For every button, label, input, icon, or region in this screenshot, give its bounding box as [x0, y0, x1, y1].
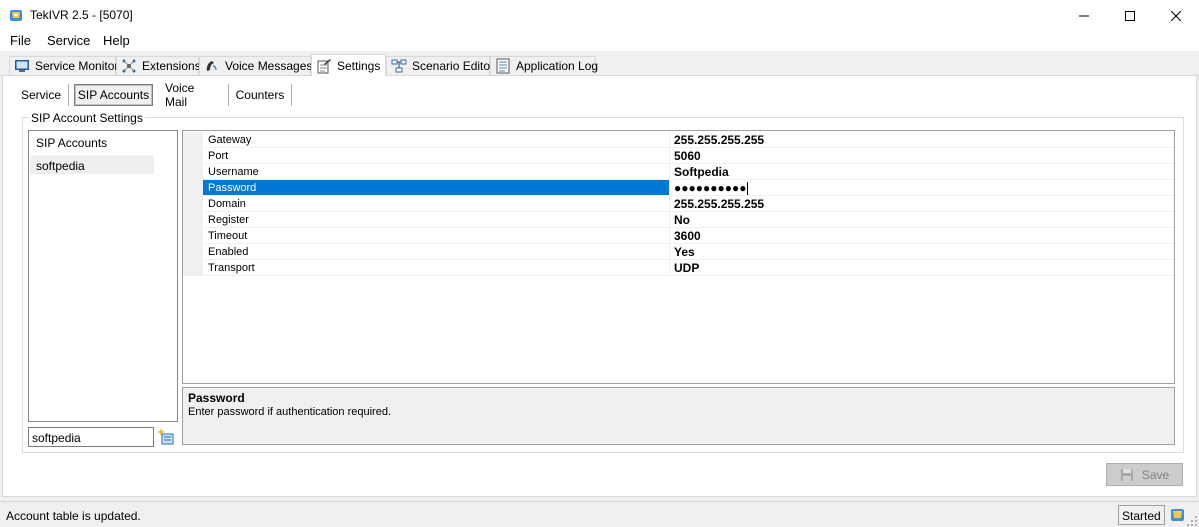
property-row-domain[interactable]: Domain 255.255.255.255	[183, 196, 1174, 212]
property-value[interactable]: 255.255.255.255	[670, 196, 1174, 212]
property-name: Domain	[203, 196, 669, 212]
property-name: Password	[203, 180, 669, 196]
tab-voice-messages[interactable]: Voice Messages	[199, 56, 313, 75]
property-name: Timeout	[203, 228, 669, 244]
password-mask: ●●●●●●●●●●	[674, 181, 747, 195]
minimize-icon	[1079, 15, 1089, 16]
property-name: Transport	[203, 260, 669, 276]
property-row-register[interactable]: Register No	[183, 212, 1174, 228]
subtab-voice-mail[interactable]: Voice Mail	[165, 81, 219, 109]
status-message: Account table is updated.	[6, 509, 141, 523]
property-row-transport[interactable]: Transport UDP	[183, 260, 1174, 276]
help-title: Password	[188, 391, 245, 405]
account-name-input[interactable]	[28, 427, 154, 447]
property-name: Gateway	[203, 132, 669, 148]
menu-file[interactable]: File	[10, 33, 31, 48]
subtab-service[interactable]: Service	[19, 84, 63, 106]
sip-accounts-list[interactable]: SIP Accounts softpedia	[28, 130, 178, 422]
subtab-separator	[68, 84, 69, 106]
property-value[interactable]: No	[670, 212, 1174, 228]
add-account-icon[interactable]	[157, 428, 175, 446]
main-tab-strip: Service Monitor Extensions Voice Message…	[0, 54, 1199, 76]
property-value[interactable]: 3600	[670, 228, 1174, 244]
menu-help[interactable]: Help	[103, 33, 130, 48]
list-header: SIP Accounts	[36, 136, 108, 150]
tekivr-app-icon	[10, 10, 22, 21]
tab-service-monitor[interactable]: Service Monitor	[9, 56, 119, 75]
property-value[interactable]: UDP	[670, 260, 1174, 276]
service-status: Started	[1118, 505, 1165, 525]
subtab-counters[interactable]: Counters	[235, 84, 285, 106]
tab-label: Extensions	[142, 59, 201, 73]
password-field[interactable]: ●●●●●●●●●●	[670, 180, 1174, 196]
log-notepad-icon	[496, 58, 510, 74]
monitor-icon	[15, 60, 29, 72]
property-row-gateway[interactable]: Gateway 255.255.255.255	[183, 132, 1174, 148]
settings-checklist-icon	[317, 58, 331, 73]
list-item[interactable]: softpedia	[30, 155, 154, 174]
row-margin	[183, 132, 203, 148]
tekivr-status-icon	[1171, 509, 1184, 521]
row-margin	[183, 244, 203, 260]
window-title: TekIVR 2.5 - [5070]	[30, 8, 133, 22]
group-title: SIP Account Settings	[29, 111, 145, 125]
save-button[interactable]: Save	[1106, 463, 1183, 486]
property-name: Enabled	[203, 244, 669, 260]
property-row-port[interactable]: Port 5060	[183, 148, 1174, 164]
property-name: Username	[203, 164, 669, 180]
tab-label: Voice Messages	[225, 59, 313, 73]
menu-bar: File Service Help	[0, 31, 1199, 51]
property-value[interactable]: 5060	[670, 148, 1174, 164]
help-description: Enter password if authentication require…	[188, 406, 392, 418]
property-row-timeout[interactable]: Timeout 3600	[183, 228, 1174, 244]
tab-label: Settings	[337, 58, 381, 73]
floppy-disk-icon	[1120, 468, 1133, 481]
row-margin	[183, 228, 203, 244]
property-name: Port	[203, 148, 669, 164]
row-margin	[183, 212, 203, 228]
maximize-icon	[1125, 10, 1135, 21]
text-caret	[747, 182, 749, 196]
save-label: Save	[1141, 467, 1170, 482]
tab-label: Scenario Editor	[412, 59, 495, 73]
status-bar: Account table is updated. Started	[0, 501, 1199, 527]
property-value[interactable]: Softpedia	[670, 164, 1174, 180]
property-help-panel: Password Enter password if authenticatio…	[182, 387, 1175, 445]
close-icon	[1171, 10, 1181, 21]
tab-label: Service Monitor	[35, 59, 119, 73]
title-bar: TekIVR 2.5 - [5070]	[0, 0, 1199, 31]
row-margin	[183, 164, 203, 180]
subtab-separator	[228, 84, 229, 106]
tab-settings[interactable]: Settings	[311, 54, 386, 76]
property-row-enabled[interactable]: Enabled Yes	[183, 244, 1174, 260]
maximize-button[interactable]	[1107, 0, 1153, 31]
subtab-separator	[291, 84, 292, 106]
row-margin	[183, 196, 203, 212]
row-margin	[183, 180, 203, 196]
property-value[interactable]: 255.255.255.255	[670, 132, 1174, 148]
tab-extensions[interactable]: Extensions	[116, 56, 201, 75]
minimize-button[interactable]	[1061, 0, 1107, 31]
scenario-flow-icon	[391, 59, 407, 73]
extensions-network-icon	[122, 59, 136, 73]
subtab-sip-accounts[interactable]: SIP Accounts	[74, 84, 153, 106]
resize-grip-icon[interactable]	[1186, 515, 1198, 527]
tab-label: Application Log	[516, 59, 599, 73]
property-name: Register	[203, 212, 669, 228]
menu-service[interactable]: Service	[47, 33, 90, 48]
tab-scenario-editor[interactable]: Scenario Editor	[386, 56, 494, 75]
property-row-username[interactable]: Username Softpedia	[183, 164, 1174, 180]
tab-application-log[interactable]: Application Log	[490, 56, 599, 75]
property-grid: Gateway 255.255.255.255 Port 5060 Userna…	[182, 130, 1175, 384]
row-margin	[183, 148, 203, 164]
property-value[interactable]: Yes	[670, 244, 1174, 260]
row-margin	[183, 260, 203, 276]
voice-messages-icon	[206, 61, 217, 71]
close-button[interactable]	[1153, 0, 1199, 31]
property-row-password[interactable]: Password ●●●●●●●●●●	[183, 180, 1174, 196]
